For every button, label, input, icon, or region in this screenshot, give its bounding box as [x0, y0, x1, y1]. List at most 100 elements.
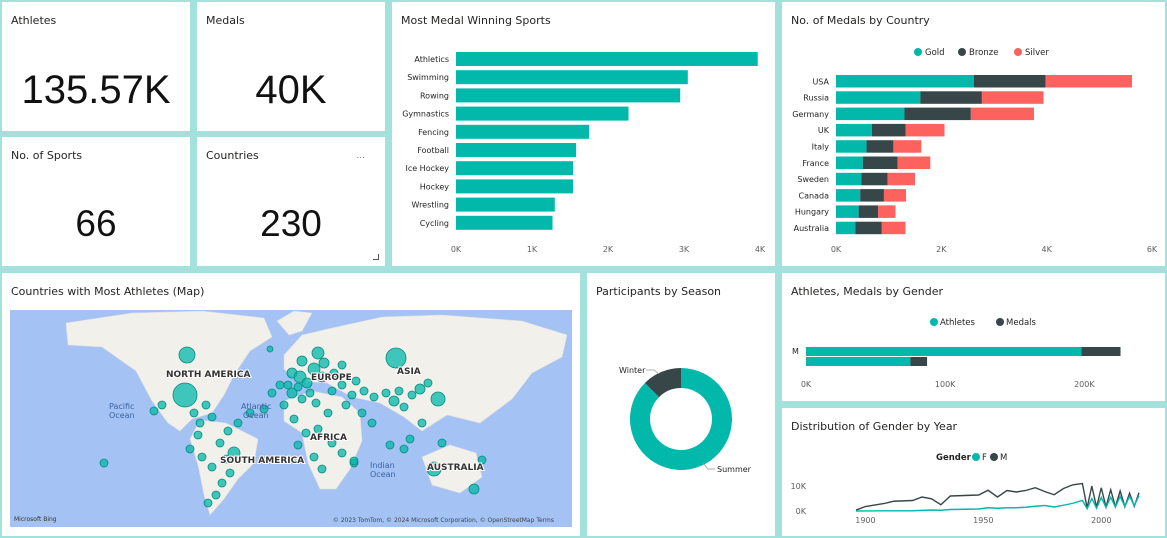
dist-chart-tile[interactable]: Distribution of Gender by Year Gender F M 1… [782, 408, 1165, 536]
y-tick-label: 10K [791, 482, 807, 491]
sport-label: Cycling [420, 219, 449, 228]
season-donut-chart: Winter Summer [619, 366, 752, 474]
countries-card[interactable]: Countries ... 230 [197, 137, 385, 266]
country-bubble [217, 478, 227, 488]
sport-bar [456, 143, 577, 157]
map-brand: Microsoft Bing [14, 516, 57, 523]
country-bubble [178, 346, 196, 364]
more-options-icon[interactable]: ... [356, 151, 365, 161]
season-chart-tile[interactable]: Participants by Season Winter Summer [587, 273, 775, 536]
gender-chart: Athletes Medals M 0K 100K 200K [792, 318, 1121, 389]
map-label-north-america: NORTH AMERICA [166, 370, 250, 380]
gender-chart-tile[interactable]: Athletes, Medals by Gender Athletes Medal… [782, 273, 1165, 401]
resize-handle-icon[interactable] [373, 254, 379, 260]
country-bar-segment [855, 221, 882, 235]
country-bubble [327, 386, 337, 396]
country-bubble [405, 434, 415, 444]
x-tick-label: 2K [603, 245, 614, 254]
country-bar-segment [836, 107, 905, 121]
x-tick-label: 1950 [973, 516, 993, 525]
legend-label: M [1000, 453, 1007, 463]
country-bar-segment [836, 156, 863, 169]
medals-card-label: Medals [206, 14, 245, 27]
country-bubble [381, 388, 391, 398]
slice-label: Summer [717, 465, 752, 474]
country-label: Russia [803, 94, 829, 103]
sport-bar [456, 197, 555, 212]
country-bar-segment [836, 221, 856, 235]
legend-label: F [982, 453, 987, 463]
map-label-asia: ASIA [397, 367, 421, 377]
map-label-africa: AFRICA [310, 433, 347, 443]
gender-bar-segment [1081, 347, 1121, 356]
legend-marker [914, 48, 922, 56]
sport-bar [456, 70, 688, 85]
country-bubble [399, 402, 409, 412]
country-bubble [201, 400, 211, 410]
country-bubble [99, 458, 109, 468]
country-bubble [359, 386, 369, 396]
y-tick-label: 0K [796, 507, 807, 516]
country-bubble [414, 383, 426, 395]
country-bubble [407, 390, 417, 400]
country-bubble [323, 408, 333, 418]
leader-line [646, 369, 660, 375]
legend-label: Medals [1006, 318, 1037, 328]
map-label-atlantic2: Ocean [243, 411, 269, 420]
country-bar-segment [981, 91, 1044, 104]
country-chart-tile[interactable]: No. of Medals by Country Gold Bronze Silve… [782, 2, 1165, 266]
country-bubble [430, 391, 446, 407]
country-bubble [437, 438, 447, 448]
country-bar-segment [881, 221, 906, 235]
country-bubble [185, 444, 195, 454]
world-map[interactable]: NORTH AMERICA EUROPE ASIA AFRICA SOUTH AMERI… [2, 273, 580, 536]
country-bubble [317, 464, 327, 474]
dist-chart: Gender F M 10K 0K 1900 1950 2000 [791, 453, 1140, 525]
country-bar-segment [871, 123, 906, 137]
x-tick-label: 2K [936, 245, 947, 254]
sport-bar [456, 215, 553, 230]
map-tile[interactable]: Countries with Most Athletes (Map) NORTH… [2, 273, 580, 536]
legend-marker [1014, 48, 1022, 56]
x-tick-label: 100K [935, 380, 956, 389]
country-bubble [233, 418, 243, 428]
country-bubble [203, 498, 213, 508]
country-label: USA [812, 77, 829, 86]
country-bubble [347, 390, 357, 400]
x-tick-label: 0K [831, 245, 842, 254]
country-bubble [289, 414, 299, 424]
sports-card[interactable]: No. of Sports 66 [2, 137, 190, 266]
country-bar-segment [1045, 75, 1132, 88]
country-bubble [309, 452, 319, 462]
country-bubble [369, 392, 379, 402]
gender-bar-segment [910, 357, 928, 366]
country-bubble [318, 357, 330, 369]
countries-card-value: 230 [260, 203, 322, 244]
country-bubble [385, 347, 407, 369]
country-bar-segment [905, 123, 945, 137]
country-bubble [296, 355, 308, 367]
country-bubble [351, 376, 361, 386]
gender-bar-segment [806, 347, 1082, 356]
country-bar-segment [893, 140, 922, 153]
country-bar-segment [862, 156, 898, 169]
country-label: France [802, 159, 829, 168]
country-bar-segment [836, 75, 974, 88]
country-bubble [267, 388, 277, 398]
sports-chart-tile[interactable]: Most Medal Winning Sports Athletics Swimm… [392, 2, 775, 266]
country-bar-segment [858, 205, 879, 218]
country-bubble [417, 418, 427, 428]
sport-label: Athletics [414, 55, 449, 64]
x-tick-label: 1K [527, 245, 538, 254]
country-bar-segment [973, 75, 1046, 88]
sports-card-label: No. of Sports [11, 149, 83, 162]
medals-card[interactable]: Medals 40K [197, 2, 385, 131]
sport-label: Ice Hockey [405, 164, 449, 173]
map-label-pacific2: Ocean [109, 411, 135, 420]
country-bubble [225, 468, 235, 478]
gender-bar-segment [806, 357, 911, 366]
country-bar-segment [836, 189, 861, 202]
athletes-card[interactable]: Athletes 135.57K [2, 2, 190, 131]
country-bubble [283, 380, 293, 390]
country-bubble [399, 444, 409, 454]
